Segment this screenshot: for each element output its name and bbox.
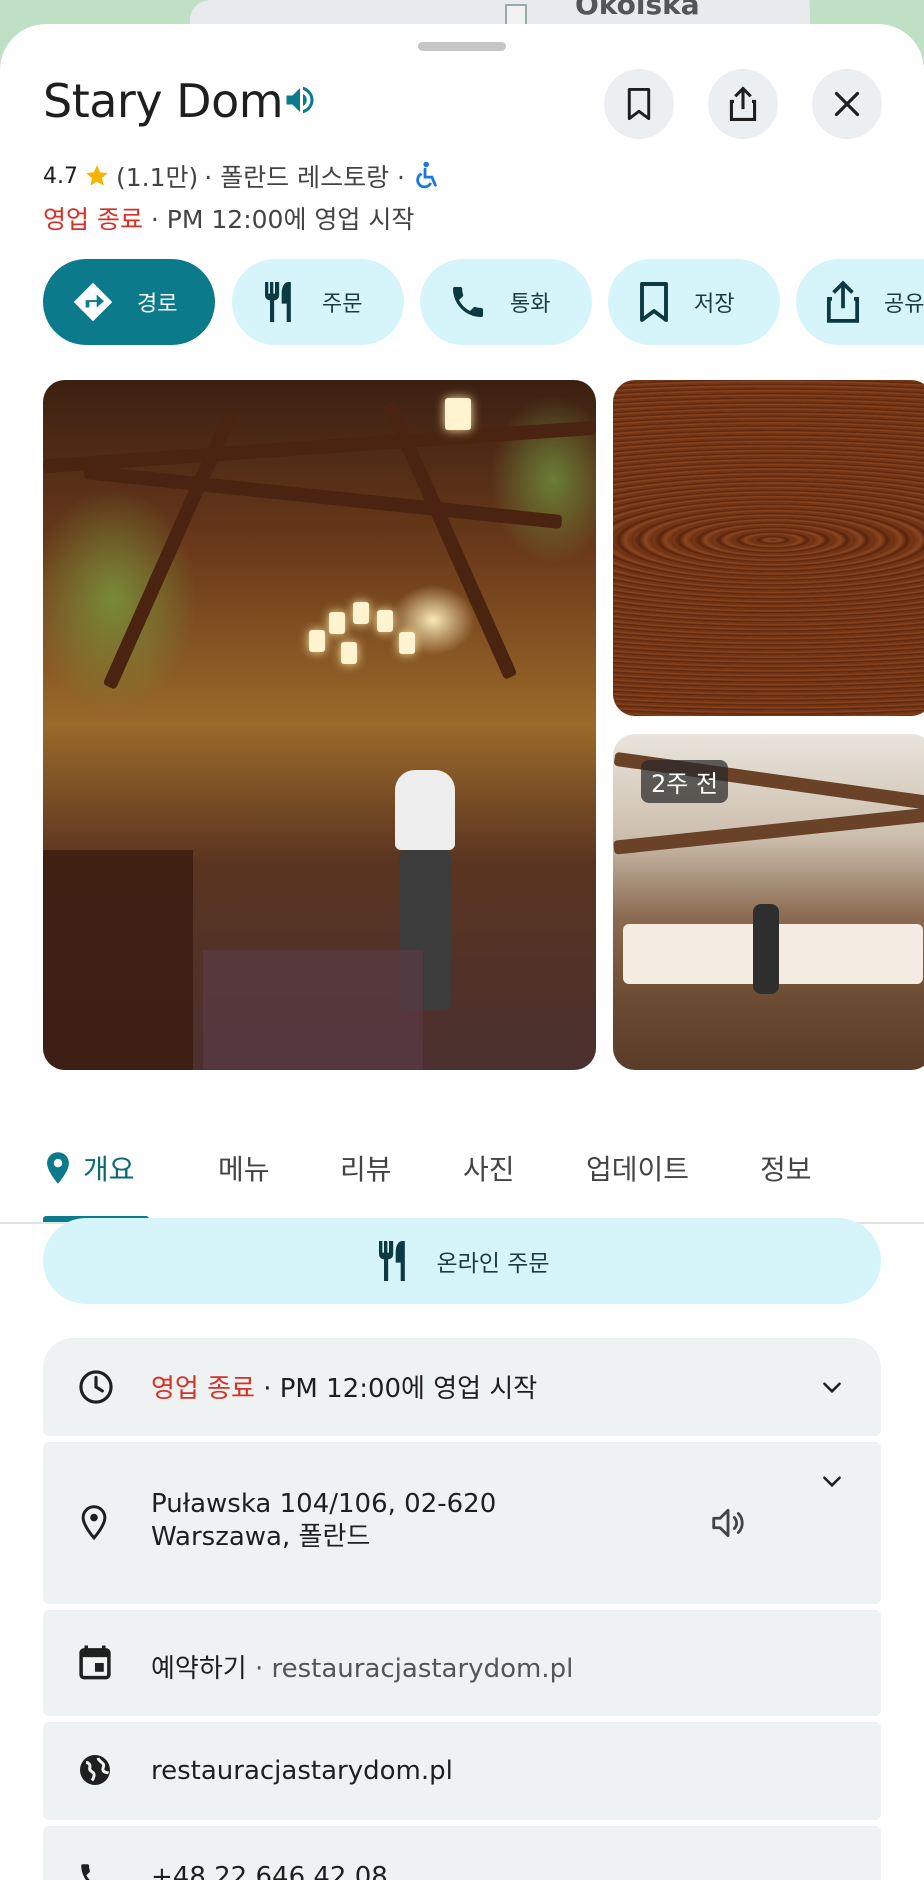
chandelier-light [329,612,345,634]
tab-overview[interactable]: 개요 [43,1148,135,1188]
photo-interior-main[interactable] [43,380,596,1070]
address-text: Puławska 104/106, 02-620 Warszawa, 폴란드 [151,1488,496,1554]
share-icon [826,280,860,323]
map-building-icon [505,4,527,26]
order-label: 주문 [322,292,363,317]
photo-dining-room[interactable]: 2주 전 [613,734,924,1070]
directions-label: 경로 [137,292,178,317]
chandelier-light [353,602,369,624]
share-round-button[interactable] [708,69,778,139]
chandelier-light [341,642,357,664]
rating-row[interactable]: 4.7 (1.1만) · 폴란드 레스토랑 · [43,158,439,194]
photo-age-tag: 2주 전 [641,760,729,803]
place-title: Stary Dom [43,74,284,128]
open-status-row[interactable]: 영업 종료 · PM 12:00에 영업 시작 [43,200,414,236]
hours-closed: 영업 종료 [151,1374,255,1404]
pronounce-speaker-icon[interactable] [282,82,318,118]
directions-icon [73,282,113,322]
speaker-icon[interactable] [709,1504,747,1542]
ceiling-lamp [445,398,471,430]
bookmark-icon [640,282,668,322]
place-details-sheet: Stary Dom 4.7 (1.1만) · 폴란드 레스토랑 · 영업 종료 … [0,24,924,1880]
photo-wood-texture[interactable] [613,380,924,716]
save-label: 저장 [694,292,735,317]
call-label: 통화 [510,292,551,317]
share-icon [729,86,757,121]
address-line1: Puławska 104/106, 02-620 [151,1489,497,1519]
opening-time: · PM 12:00에 영업 시작 [150,205,415,234]
clock-icon [79,1370,113,1404]
star-icon [86,165,108,186]
address-line2: Warszawa, 폴란드 [151,1522,371,1552]
phone-row[interactable]: +48 22 646 42 08 [43,1826,881,1880]
reservation-site[interactable]: · restauracjastarydom.pl [255,1654,573,1684]
reservation-row[interactable]: 예약하기 · restauracjastarydom.pl [43,1610,881,1716]
share-chip-button[interactable]: 공유 [796,259,924,345]
hours-row[interactable]: 영업 종료 · PM 12:00에 영업 시작 [43,1338,881,1436]
save-chip-button[interactable]: 저장 [608,259,780,345]
globe-icon [80,1755,110,1785]
chandelier-light [377,610,393,632]
fork-knife-icon [379,1241,406,1281]
photo-beam [613,807,924,855]
chandelier-light [309,630,325,652]
tab-reviews[interactable]: 리뷰 [340,1148,392,1188]
save-round-button[interactable] [604,69,674,139]
photo-waiter [395,770,455,850]
photo-booth [43,850,193,1070]
tab-about[interactable]: 정보 [760,1148,812,1188]
chevron-down-icon[interactable] [819,1468,845,1494]
review-count: (1.1만) [116,163,199,192]
reservation-text: 예약하기 · restauracjastarydom.pl [151,1648,573,1685]
tab-menu[interactable]: 메뉴 [218,1148,270,1188]
phone-icon [81,1864,90,1880]
chandelier-light [399,632,415,654]
closed-status: 영업 종료 [43,205,143,234]
order-button[interactable]: 주문 [232,259,404,345]
photo-waiter [753,904,779,994]
call-button[interactable]: 통화 [420,259,592,345]
website-link[interactable]: restauracjastarydom.pl [151,1756,453,1786]
tab-bar: 개요 메뉴 리뷰 사진 업데이트 정보 [0,1124,924,1224]
hours-info: · PM 12:00에 영업 시작 [263,1374,538,1404]
rating-value: 4.7 [43,163,78,189]
photo-carpet [203,950,423,1070]
tab-updates[interactable]: 업데이트 [586,1148,689,1188]
place-category: · 폴란드 레스토랑 · [204,163,406,192]
tab-overview-label: 개요 [83,1153,135,1186]
map-street-label: Okólska [575,0,700,21]
online-order-label: 온라인 주문 [436,1251,550,1277]
website-row[interactable]: restauracjastarydom.pl [43,1722,881,1820]
fork-knife-icon [265,282,291,322]
calendar-icon [79,1645,111,1680]
close-icon [834,91,860,117]
drag-handle[interactable] [418,42,506,51]
photo-beam [43,420,596,474]
location-pin-icon [47,1152,69,1184]
photo-beam [83,464,563,530]
wheelchair-accessible-icon [416,161,437,189]
address-row[interactable]: Puławska 104/106, 02-620 Warszawa, 폴란드 [43,1442,881,1604]
phone-icon [453,287,483,317]
share-label: 공유 [884,292,924,317]
tab-photos[interactable]: 사진 [463,1148,515,1188]
online-order-button[interactable]: 온라인 주문 [43,1218,881,1304]
phone-number[interactable]: +48 22 646 42 08 [151,1862,388,1880]
reservation-label: 예약하기 [151,1654,247,1684]
close-button[interactable] [812,69,882,139]
directions-button[interactable]: 경로 [43,259,215,345]
chevron-down-icon[interactable] [819,1374,845,1400]
hours-text: 영업 종료 · PM 12:00에 영업 시작 [151,1368,537,1405]
location-pin-icon [81,1505,107,1541]
bookmark-icon [627,87,651,121]
